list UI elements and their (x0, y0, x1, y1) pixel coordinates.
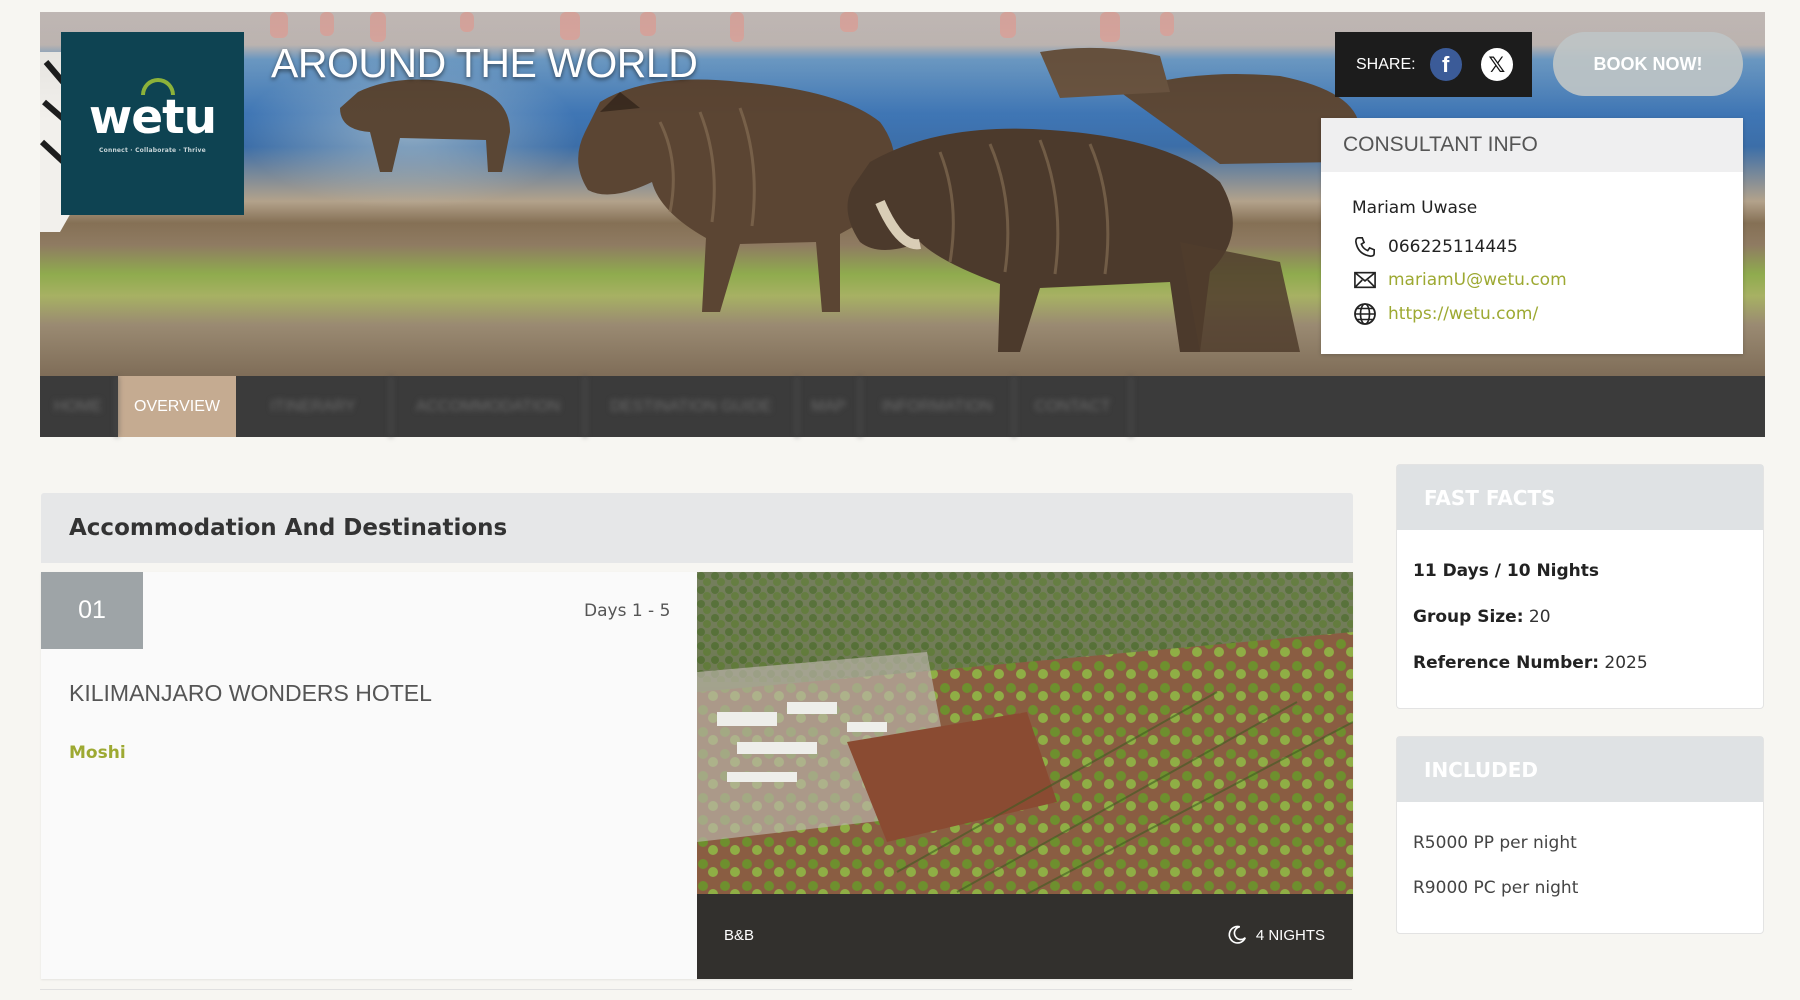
consultant-website-link: https://wetu.com/ (1388, 304, 1539, 324)
photo-info-bar: B&B 4 NIGHTS (697, 894, 1353, 979)
group-size: Group Size: 20 (1413, 607, 1551, 627)
tab-home[interactable]: HOME (40, 376, 118, 437)
hero-banner: wetu Connect · Collaborate · Thrive AROU… (40, 12, 1765, 376)
wetu-logo[interactable]: wetu Connect · Collaborate · Thrive (61, 32, 244, 215)
moon-icon (1226, 924, 1248, 946)
tab-itinerary[interactable]: ITINERARY (236, 376, 392, 437)
tab-overview[interactable]: OVERVIEW (118, 376, 236, 437)
section-heading: Accommodation And Destinations (41, 493, 1353, 563)
tab-information[interactable]: INFORMATION (861, 376, 1015, 437)
phone-icon (1352, 235, 1378, 259)
accommodation-card: 01 Days 1 - 5 KILIMANJARO WONDERS HOTEL … (41, 572, 1353, 979)
fast-facts-heading: FAST FACTS (1397, 465, 1763, 530)
globe-icon (1352, 302, 1378, 326)
consultant-name: Mariam Uwase (1352, 198, 1478, 218)
x-icon[interactable]: 𝕏 (1480, 48, 1513, 81)
reference-number: Reference Number: 2025 (1413, 653, 1648, 673)
book-now-button[interactable]: BOOK NOW! (1553, 32, 1743, 96)
tab-contact[interactable]: CONTACT (1015, 376, 1132, 437)
fast-facts-card: FAST FACTS 11 Days / 10 Nights Group Siz… (1396, 464, 1764, 709)
consultant-website-row[interactable]: https://wetu.com/ (1352, 302, 1538, 326)
included-card: INCLUDED R5000 PP per night R9000 PC per… (1396, 736, 1764, 934)
consultant-info-card: CONSULTANT INFO Mariam Uwase 06622511444… (1321, 118, 1743, 354)
consultant-phone-row[interactable]: 066225114445 (1352, 235, 1518, 259)
main-nav: HOME OVERVIEW ITINERARY ACCOMMODATION DE… (40, 376, 1765, 437)
trip-duration: 11 Days / 10 Nights (1413, 561, 1599, 581)
logo-word-text: wetu (88, 89, 217, 145)
tab-accommodation[interactable]: ACCOMMODATION (392, 376, 586, 437)
nights-count: 4 NIGHTS (1226, 924, 1325, 946)
page: wetu Connect · Collaborate · Thrive AROU… (40, 12, 1765, 992)
facebook-icon[interactable]: f (1429, 48, 1462, 81)
consultant-email-row[interactable]: mariamU@wetu.com (1352, 268, 1567, 292)
aerial-photo-image (697, 572, 1353, 895)
logo-wordmark: wetu (89, 77, 217, 141)
logo-tagline: Connect · Collaborate · Thrive (99, 146, 206, 154)
mail-icon (1352, 268, 1378, 292)
nights-label: 4 NIGHTS (1255, 926, 1325, 944)
consultant-info-heading: CONSULTANT INFO (1321, 118, 1743, 172)
share-label: SHARE: (1356, 55, 1416, 73)
board-basis: B&B (724, 927, 755, 944)
logo-arc-icon (140, 77, 175, 95)
hotel-name[interactable]: KILIMANJARO WONDERS HOTEL (69, 680, 432, 707)
share-bar: SHARE: f 𝕏 (1335, 32, 1532, 97)
site-title: AROUND THE WORLD (271, 40, 698, 86)
stay-days: Days 1 - 5 (584, 601, 671, 621)
hotel-aerial-photo[interactable]: B&B 4 NIGHTS (697, 572, 1353, 979)
included-item: R9000 PC per night (1413, 878, 1579, 898)
hotel-location[interactable]: Moshi (69, 743, 126, 763)
included-item: R5000 PP per night (1413, 833, 1577, 853)
tab-map[interactable]: MAP (798, 376, 861, 437)
reference-number-value: 2025 (1604, 653, 1648, 673)
trip-duration-text: 11 Days / 10 Nights (1413, 561, 1600, 581)
included-heading: INCLUDED (1397, 737, 1763, 802)
group-size-value: 20 (1528, 607, 1551, 627)
consultant-email-link: mariamU@wetu.com (1388, 270, 1567, 290)
consultant-phone: 066225114445 (1388, 237, 1518, 257)
tab-destination-guide[interactable]: DESTINATION GUIDE (586, 376, 798, 437)
reference-number-label: Reference Number: (1413, 653, 1600, 673)
group-size-label: Group Size: (1413, 607, 1524, 627)
stay-index-badge: 01 (41, 572, 143, 649)
content-divider (40, 989, 1352, 990)
